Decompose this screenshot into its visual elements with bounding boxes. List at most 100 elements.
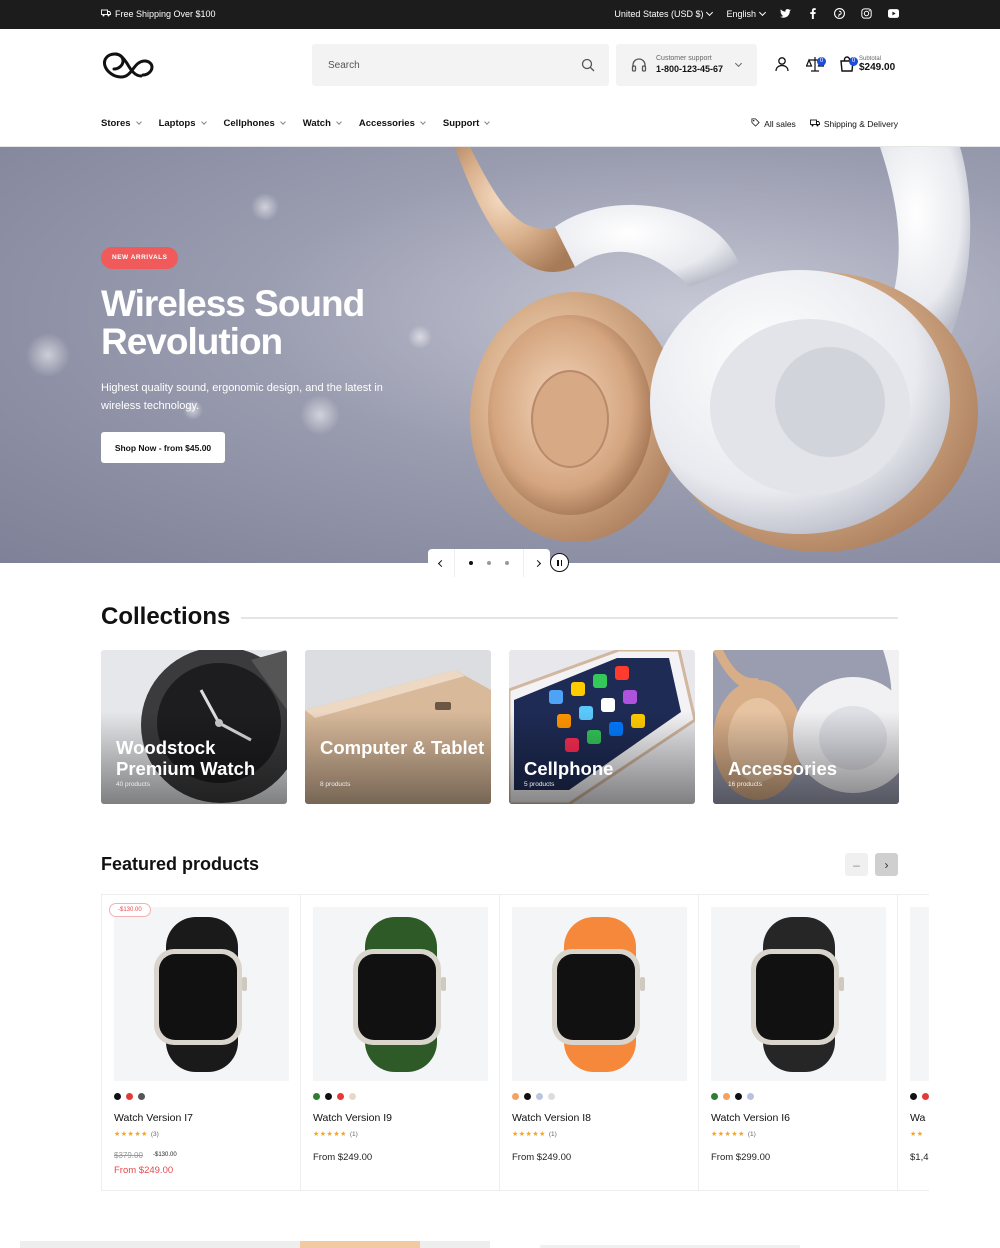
nav-item-laptops[interactable]: Laptops [158,118,207,129]
product-title[interactable]: Wa [910,1112,925,1124]
product-card[interactable]: Watch Version I6 ★★★★★ (1) From $299.00 [698,895,898,1190]
product-image[interactable] [313,907,488,1081]
original-price: $379.00 [114,1151,143,1160]
product-card[interactable]: Watch Version I9 ★★★★★ (1) From $249.00 [300,895,500,1190]
search-icon[interactable] [581,58,595,75]
product-card[interactable]: Watch Version I8 ★★★★★ (1) From $249.00 [499,895,699,1190]
shop-now-button[interactable]: Shop Now - from $45.00 [101,432,225,463]
color-swatch[interactable] [114,1093,121,1100]
product-title[interactable]: Watch Version I7 [114,1112,193,1124]
shipping-delivery-link[interactable]: Shipping & Delivery [809,118,898,129]
slider-pause-button[interactable] [550,553,569,572]
color-swatch[interactable] [723,1093,730,1100]
slider-prev-button[interactable] [428,559,454,567]
country-selector[interactable]: United States (USD $) [614,8,714,19]
color-swatches [114,1093,145,1100]
star-rating-icon: ★★★★★ [711,1131,745,1138]
collections-title: Collections [101,603,231,630]
color-swatch[interactable] [349,1093,356,1100]
main-navigation: Stores Laptops Cellphones Watch Accessor… [101,118,491,129]
discount-amount: -$130.00 [153,1152,177,1158]
color-swatch[interactable] [910,1093,917,1100]
collection-card-watch[interactable]: Woodstock Premium Watch 40 products [101,650,287,804]
collection-count: 5 products [524,781,555,788]
product-image[interactable] [114,907,289,1081]
collection-card-computer-tablet[interactable]: Computer & Tablet 8 products [305,650,491,804]
subtotal-value: $249.00 [859,62,896,73]
slider-dot[interactable] [469,561,473,565]
language-selector[interactable]: English [726,8,767,19]
product-price: From $299.00 [711,1152,771,1163]
collection-card-accessories[interactable]: Accessories 16 products [713,650,899,804]
nav-item-label: Cellphones [223,118,275,129]
slider-dot[interactable] [487,561,491,565]
product-title[interactable]: Watch Version I6 [711,1112,790,1124]
facebook-icon[interactable] [806,7,819,20]
color-swatch[interactable] [524,1093,531,1100]
nav-item-label: Support [442,118,480,129]
secondary-navigation: All sales Shipping & Delivery [751,118,898,129]
nav-item-watch[interactable]: Watch [302,118,342,129]
color-swatch[interactable] [325,1093,332,1100]
collection-count: 16 products [728,781,762,788]
color-swatch[interactable] [747,1093,754,1100]
product-image[interactable] [512,907,687,1081]
search-input[interactable]: Search [328,60,360,71]
headset-icon [631,57,647,78]
nav-item-label: Laptops [158,118,196,129]
product-title[interactable]: Watch Version I9 [313,1112,392,1124]
product-price: From $249.00 [512,1152,572,1163]
color-swatch[interactable] [512,1093,519,1100]
product-image[interactable] [711,907,886,1081]
nav-item-cellphones[interactable]: Cellphones [223,118,286,129]
nav-item-accessories[interactable]: Accessories [358,118,426,129]
color-swatch[interactable] [536,1093,543,1100]
nav-item-support[interactable]: Support [442,118,491,129]
account-icon[interactable] [774,56,790,77]
pinterest-icon[interactable] [833,7,846,20]
collection-count: 8 products [320,781,351,788]
all-sales-link[interactable]: All sales [751,118,796,129]
product-card[interactable]: Wa ★★ $1,4 [897,895,929,1190]
nav-item-label: Accessories [358,118,415,129]
color-swatch[interactable] [711,1093,718,1100]
star-rating-icon: ★★★★★ [512,1131,546,1138]
product-title[interactable]: Watch Version I8 [512,1112,591,1124]
color-swatch[interactable] [126,1093,133,1100]
product-card[interactable]: -$130.00 Watch Version I7 ★★★★★ (3) $379.00 -… [101,895,301,1190]
product-rating: ★★★★★ (1) [711,1130,756,1139]
chevron-down-icon [200,119,207,125]
color-swatch[interactable] [313,1093,320,1100]
customer-support-dropdown[interactable]: Customer support 1-800-123-45-67 [616,44,757,86]
color-swatch[interactable] [138,1093,145,1100]
slider-dot[interactable] [505,561,509,565]
product-price: $1,4 [910,1152,929,1163]
hero-description: Highest quality sound, ergonomic design,… [101,382,383,412]
slider-next-button[interactable] [524,559,550,567]
site-logo[interactable] [101,50,157,80]
twitter-icon[interactable] [779,7,792,20]
featured-prev-button[interactable]: – [845,853,868,876]
chevron-down-icon [135,119,142,125]
support-phone[interactable]: 1-800-123-45-67 [656,64,723,74]
chevron-down-icon [758,8,767,16]
product-image[interactable] [910,907,929,1081]
collection-name: Woodstock Premium Watch [116,737,256,779]
search-bar[interactable]: Search [312,44,609,86]
cart-subtotal[interactable]: Subtotal $249.00 [859,56,895,73]
featured-products-title: Featured products [101,854,260,874]
color-swatch[interactable] [337,1093,344,1100]
product-rating: ★★★★★ (1) [512,1130,557,1139]
support-label: Customer support [656,55,712,62]
instagram-icon[interactable] [860,7,873,20]
review-count: (1) [349,1130,358,1138]
nav-item-label: Watch [302,118,331,129]
collection-card-cellphone[interactable]: Cellphone 5 products [509,650,695,804]
color-swatch[interactable] [548,1093,555,1100]
youtube-icon[interactable] [887,7,900,20]
color-swatch[interactable] [922,1093,929,1100]
color-swatch[interactable] [735,1093,742,1100]
truck-icon [809,119,820,129]
featured-next-button[interactable]: › [875,853,898,876]
nav-item-stores[interactable]: Stores [101,118,142,129]
